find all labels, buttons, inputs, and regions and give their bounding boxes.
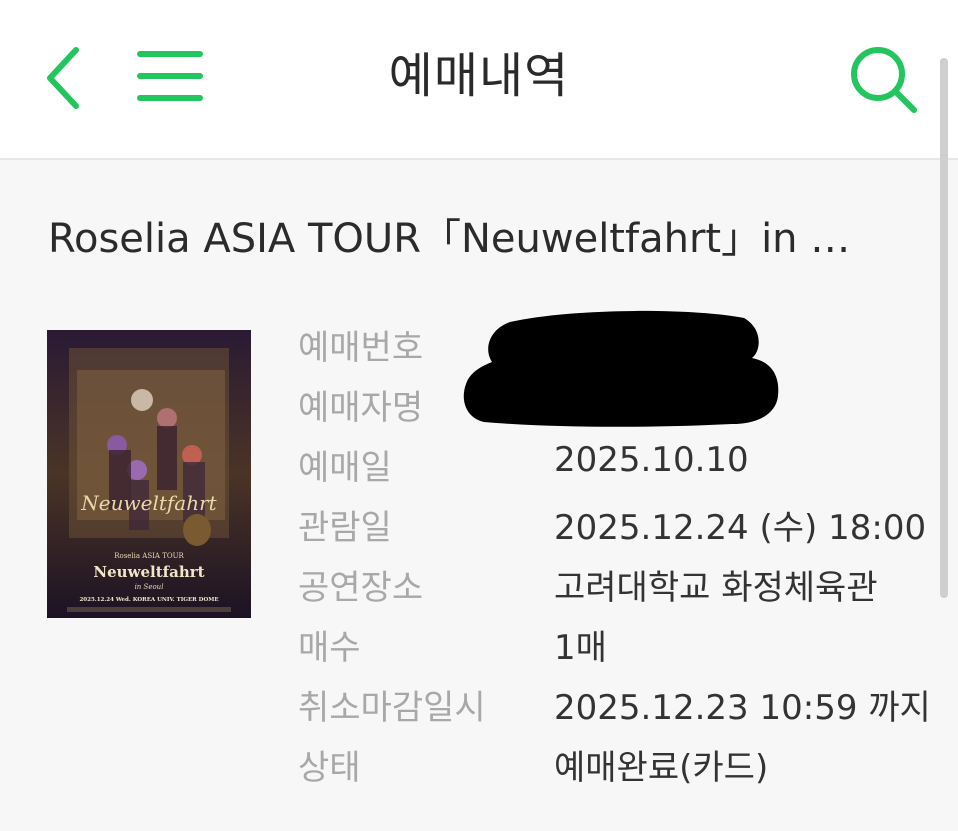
poster-name: Neuweltfahrt — [93, 563, 204, 581]
row-viewing-date: 관람일 2025.12.24 (수) 18:00 — [298, 500, 938, 560]
label-ticket-count: 매수 — [298, 628, 361, 668]
search-button[interactable] — [846, 42, 922, 118]
poster-city: in Seoul — [135, 583, 164, 591]
redaction-mark — [463, 310, 779, 427]
row-venue: 공연장소 고려대학교 화정체육관 — [298, 560, 938, 620]
poster-series: Roselia ASIA TOUR — [114, 552, 184, 560]
label-viewing-date: 관람일 — [298, 508, 392, 548]
scrollbar[interactable] — [940, 58, 948, 598]
value-venue: 고려대학교 화정체육관 — [554, 568, 878, 608]
value-ticket-count: 1매 — [554, 628, 607, 668]
value-cancel-deadline: 2025.12.23 10:59 까지 — [554, 688, 931, 728]
poster-logo: Neuweltfahrt — [80, 491, 217, 515]
row-booking-date: 예매일 2025.10.10 — [298, 440, 938, 500]
event-poster[interactable]: Neuweltfahrt Roselia ASIA TOUR Neuweltfa… — [47, 330, 251, 618]
row-cancel-deadline: 취소마감일시 2025.12.23 10:59 까지 — [298, 680, 938, 740]
row-status: 상태 예매완료(카드) — [298, 740, 938, 800]
value-status: 예매완료(카드) — [554, 748, 769, 788]
value-viewing-date: 2025.12.24 (수) 18:00 — [554, 508, 927, 548]
poster-date-venue: 2025.12.24 Wed. KOREA UNIV. TIGER DOME — [79, 597, 218, 603]
page-title: 예매내역 — [388, 48, 570, 104]
label-booking-date: 예매일 — [298, 448, 392, 488]
booking-detail: Roselia ASIA TOUR「Neuweltfahrt」in … Neuw… — [0, 160, 958, 831]
row-ticket-count: 매수 1매 — [298, 620, 938, 680]
label-status: 상태 — [298, 748, 361, 788]
label-booker-name: 예매자명 — [298, 388, 424, 428]
label-cancel-deadline: 취소마감일시 — [298, 688, 486, 728]
app-header: 예매내역 — [0, 0, 958, 160]
value-booking-date: 2025.10.10 — [554, 440, 749, 480]
poster-image: Neuweltfahrt Roselia ASIA TOUR Neuweltfa… — [47, 330, 251, 618]
label-booking-number: 예매번호 — [298, 328, 424, 368]
event-title: Roselia ASIA TOUR「Neuweltfahrt」in … — [48, 216, 851, 262]
label-venue: 공연장소 — [298, 568, 424, 608]
search-icon — [851, 47, 917, 113]
